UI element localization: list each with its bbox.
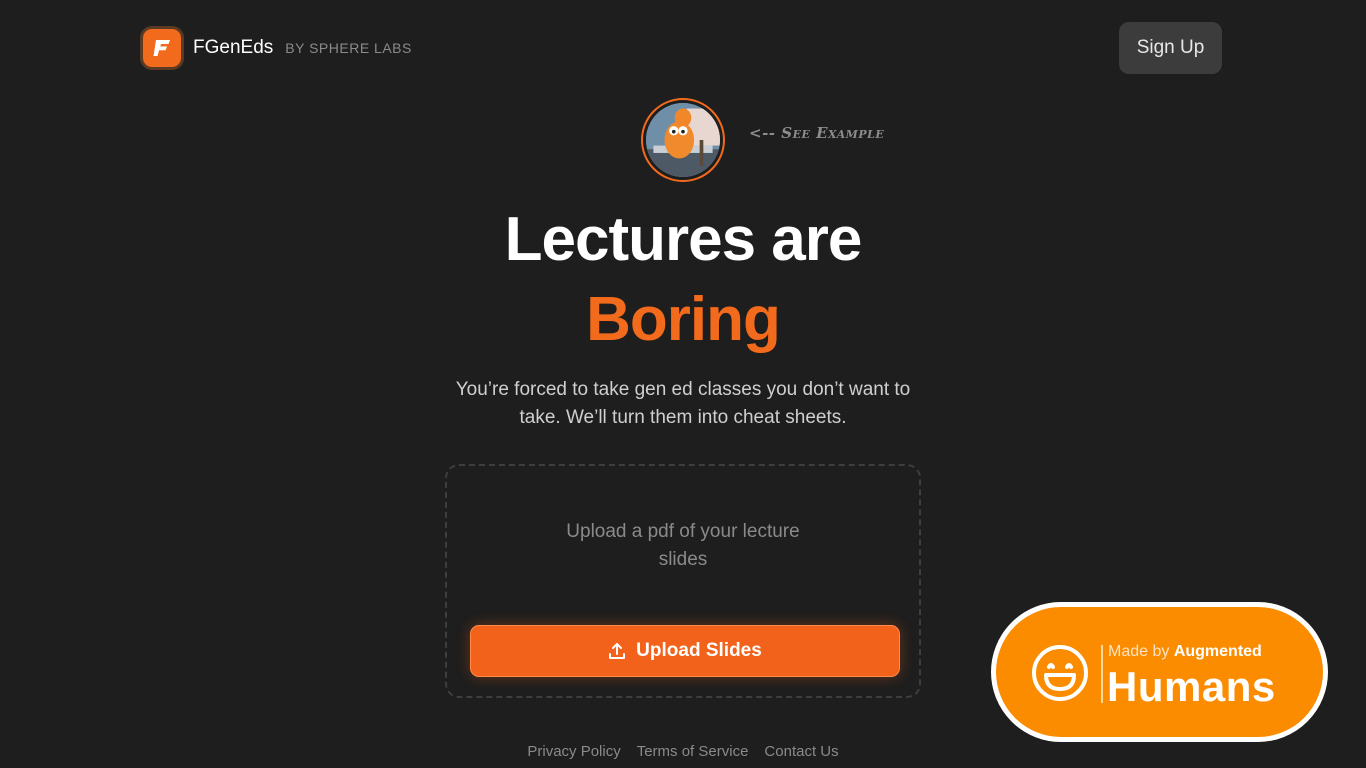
upload-dropzone[interactable]: Upload a pdf of your lecture slides Uplo… (445, 464, 921, 698)
footer: Privacy Policy Terms of Service Contact … (0, 743, 1366, 760)
privacy-policy-link[interactable]: Privacy Policy (527, 743, 620, 760)
brand-name: FGenEds (193, 37, 274, 58)
badge-humans: Humans (1107, 663, 1276, 710)
page: FGenEds BY SPHERE LABS Sign Up <-- See E… (0, 0, 1366, 768)
hero-subtitle: You’re forced to take gen ed classes you… (455, 379, 911, 428)
sign-up-button[interactable]: Sign Up (1119, 22, 1222, 74)
contact-us-link[interactable]: Contact Us (764, 743, 838, 760)
smile-icon (1032, 645, 1088, 701)
logo (140, 26, 184, 70)
avatar-illustration-icon (646, 103, 720, 177)
badge-divider (1101, 645, 1103, 703)
upload-button-label: Upload Slides (636, 640, 762, 661)
upload-slides-button[interactable]: Upload Slides (470, 625, 900, 677)
upload-icon (609, 643, 626, 659)
see-example-link[interactable]: <-- See Example (749, 124, 884, 142)
logo-f-icon (153, 40, 170, 56)
example-avatar[interactable] (641, 98, 725, 182)
made-by-badge[interactable]: Made by Augmented Humans (991, 602, 1328, 742)
brand-subtitle: BY SPHERE LABS (285, 40, 412, 56)
brand[interactable]: FGenEds BY SPHERE LABS (140, 26, 412, 70)
badge-made-by: Made by Augmented (1108, 643, 1262, 661)
upload-hint: Upload a pdf of your lecture slides (566, 521, 800, 570)
badge-made-by-prefix: Made by (1108, 643, 1170, 660)
terms-of-service-link[interactable]: Terms of Service (637, 743, 749, 760)
hero-title: Lectures are (504, 205, 863, 274)
badge-made-by-name: Augmented (1173, 643, 1262, 660)
avatar-image (646, 103, 720, 177)
hero-title-accent: Boring (586, 285, 781, 354)
